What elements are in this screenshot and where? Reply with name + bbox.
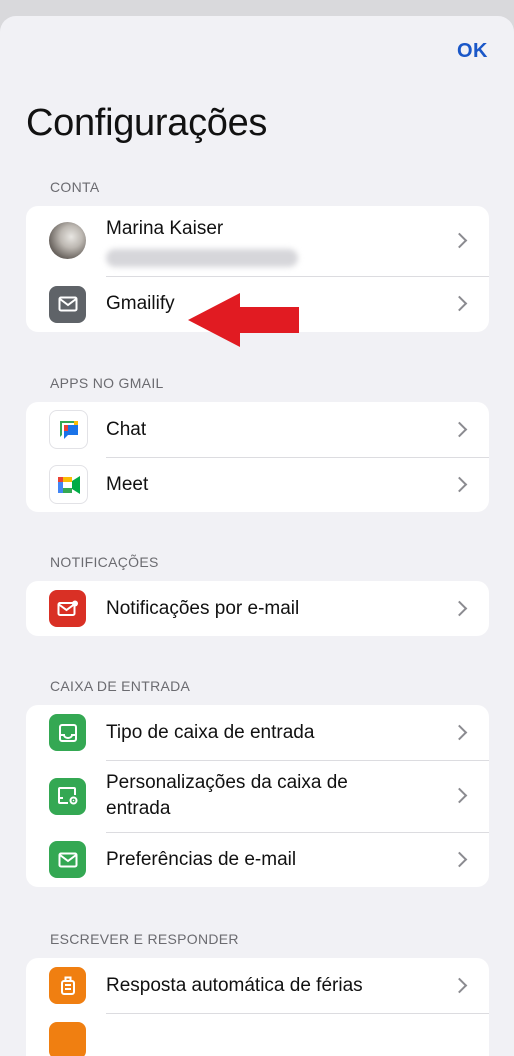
chat-row[interactable]: Chat	[26, 402, 489, 457]
chevron-right-icon	[451, 600, 468, 616]
section-header-compose: ESCREVER E RESPONDER	[50, 931, 239, 947]
luggage-icon	[49, 967, 86, 1004]
inbox-settings-icon	[49, 777, 86, 815]
compose-icon	[49, 1022, 86, 1056]
meet-row[interactable]: Meet	[26, 457, 489, 512]
section-header-inbox: CAIXA DE ENTRADA	[50, 678, 191, 694]
chevron-right-icon	[451, 295, 468, 312]
email-preferences-label: Preferências de e-mail	[106, 848, 297, 870]
inbox-icon	[49, 714, 86, 751]
mail-icon	[49, 841, 86, 878]
email-notifications-label: Notificações por e-mail	[106, 597, 300, 619]
section-header-account: CONTA	[50, 179, 100, 195]
inbox-type-row[interactable]: Tipo de caixa de entrada	[26, 705, 489, 760]
chevron-right-icon	[451, 724, 468, 740]
apps-group: Chat Meet	[26, 402, 489, 512]
chevron-right-icon	[451, 476, 468, 492]
section-header-notifications: NOTIFICAÇÕES	[50, 554, 159, 570]
chevron-right-icon	[451, 851, 468, 867]
mail-icon	[49, 285, 86, 323]
google-chat-icon	[49, 410, 88, 449]
chevron-right-icon	[451, 232, 468, 249]
settings-sheet: OK Configurações CONTA Marina Kaiser Gma…	[0, 16, 514, 1056]
section-header-apps: APPS NO GMAIL	[50, 375, 164, 391]
annotation-arrow-icon	[188, 293, 299, 347]
account-row[interactable]: Marina Kaiser	[26, 206, 489, 276]
account-name: Marina Kaiser	[106, 218, 224, 239]
email-notifications-row[interactable]: Notificações por e-mail	[26, 581, 489, 636]
avatar	[49, 222, 86, 259]
meet-label: Meet	[106, 473, 149, 495]
account-email-redacted	[106, 249, 298, 267]
vacation-responder-label: Resposta automática de férias	[106, 974, 363, 996]
email-preferences-row[interactable]: Preferências de e-mail	[26, 832, 489, 887]
chevron-right-icon	[451, 977, 468, 993]
chat-label: Chat	[106, 418, 147, 440]
page-title: Configurações	[26, 102, 268, 144]
notifications-group: Notificações por e-mail	[26, 581, 489, 636]
vacation-responder-row[interactable]: Resposta automática de férias	[26, 958, 489, 1013]
inbox-customizations-label: Personalizações da caixa de entrada	[106, 772, 348, 819]
chevron-right-icon	[451, 421, 468, 437]
inbox-type-label: Tipo de caixa de entrada	[106, 721, 315, 743]
compose-group: Resposta automática de férias	[26, 958, 489, 1056]
inbox-customizations-row[interactable]: Personalizações da caixa de entrada	[26, 760, 489, 832]
next-compose-row[interactable]	[26, 1013, 489, 1056]
inbox-group: Tipo de caixa de entrada Personalizações…	[26, 705, 489, 887]
chevron-right-icon	[451, 787, 468, 804]
ok-button[interactable]: OK	[457, 40, 488, 63]
google-meet-icon	[49, 465, 88, 504]
mail-notification-icon	[49, 590, 86, 627]
